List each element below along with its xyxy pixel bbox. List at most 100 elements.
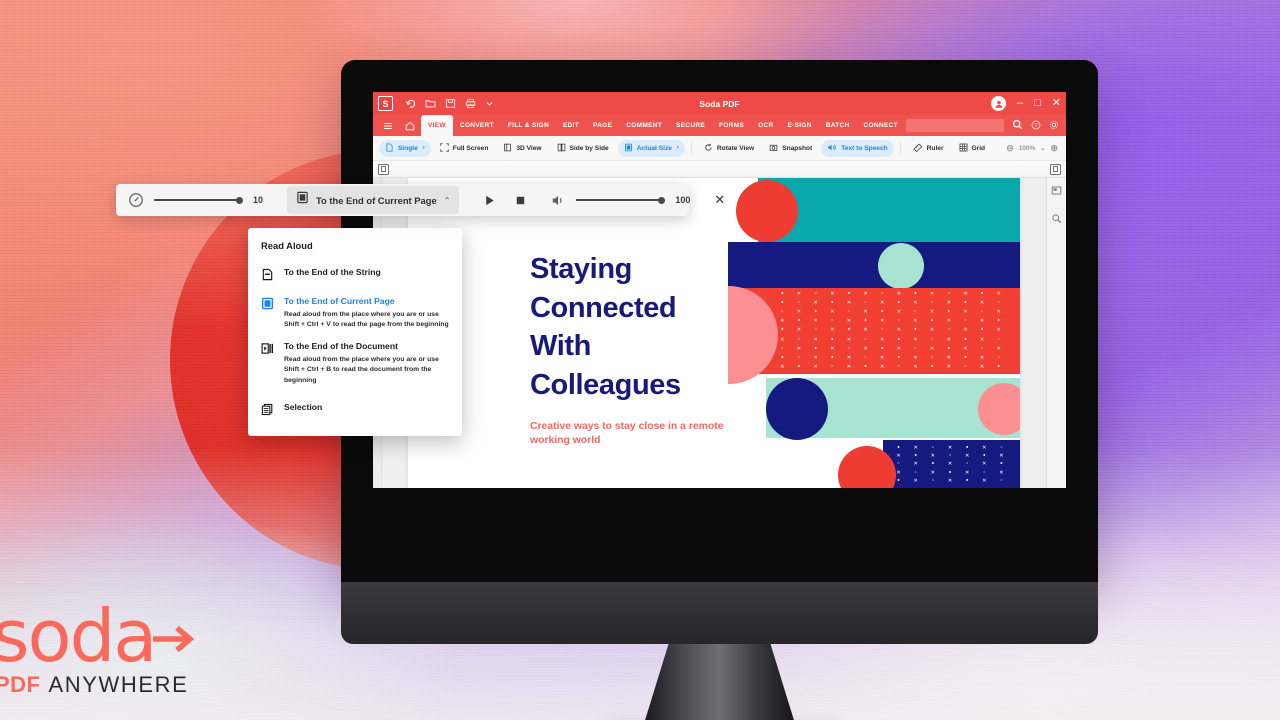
maximize-button[interactable]: □: [1034, 98, 1041, 109]
tab-batch[interactable]: BATCH: [819, 115, 857, 136]
zoom-out-button[interactable]: ⊖: [1006, 143, 1014, 154]
tab-ocr[interactable]: OCR: [751, 115, 780, 136]
read-scope-select[interactable]: To the End of Current Page ⌃: [287, 186, 460, 214]
speed-gauge-icon[interactable]: [128, 192, 144, 208]
monitor-chin: [341, 582, 1098, 644]
save-icon[interactable]: [445, 98, 456, 109]
menu-item-description: Read aloud from the place where you are …: [284, 310, 449, 329]
view-toolbar: Single › Full Screen 3D View Side by Sid…: [373, 136, 1066, 161]
close-button[interactable]: ✕: [1052, 98, 1061, 109]
home-icon[interactable]: [399, 115, 421, 136]
toolbar-divider: [690, 141, 692, 155]
toolbar-rotate-view[interactable]: Rotate View: [698, 140, 760, 157]
document-subheadline: Creative ways to stay close in a remote …: [530, 421, 724, 446]
toolbar-label: Text to Speech: [841, 144, 888, 152]
speed-value: 10: [253, 195, 264, 205]
logo-arrow-icon: [151, 622, 197, 661]
tab-view[interactable]: VIEW: [421, 115, 453, 136]
menu-item-description: Read aloud from the place where you are …: [284, 355, 439, 384]
page-thumbnail-icon[interactable]: [1051, 183, 1062, 201]
search-icon[interactable]: [1012, 117, 1023, 135]
current-page-icon: [261, 296, 275, 331]
tab-comment[interactable]: COMMENT: [619, 115, 669, 136]
volume-slider-track[interactable]: [576, 199, 661, 201]
tab-label: E-SIGN: [787, 122, 812, 129]
speed-slider[interactable]: 10: [154, 195, 263, 205]
art-circle-mint: [878, 243, 924, 289]
toolbar-label: Full Screen: [452, 144, 489, 152]
volume-value: 100: [675, 195, 691, 205]
logo-word: soda: [0, 594, 157, 679]
toolbar-actual-size[interactable]: Actual Size ›: [617, 139, 685, 157]
art-xo-pattern-navy: • ✕ ◦ ✕ • ✕ ◦ ✕ • ✕ ◦ ✕ • ✕ ◦ ✕ • ✕ ◦ ✕ • ✕ ◦ ✕ • ✕ ◦ ✕ • ✕ ◦ ✕ • ✕ ◦: [896, 444, 1004, 485]
toolbar-label: Ruler: [926, 144, 944, 152]
volume-slider[interactable]: 100: [576, 195, 690, 205]
toolbar-label: Rotate View: [716, 144, 755, 152]
zoom-level-value: 100%: [1018, 144, 1036, 152]
toolbar-grid[interactable]: Grid: [953, 140, 992, 157]
search-input[interactable]: [906, 119, 1004, 132]
settings-gear-icon[interactable]: [1049, 117, 1059, 135]
play-button[interactable]: [483, 194, 496, 207]
zoom-in-button[interactable]: ⊕: [1050, 143, 1058, 154]
speed-slider-track[interactable]: [154, 199, 238, 201]
chevron-down-icon[interactable]: [485, 99, 494, 108]
tab-secure[interactable]: SECURE: [669, 115, 712, 136]
tab-label: VIEW: [428, 122, 446, 129]
tab-convert[interactable]: CONVERT: [453, 115, 501, 136]
window-controls: – □ ✕: [991, 96, 1061, 111]
toolbar-single[interactable]: Single ›: [379, 139, 431, 157]
art-circle-red-top: [736, 180, 798, 242]
print-icon[interactable]: [465, 98, 476, 109]
toolbar-side-by-side[interactable]: Side by Side: [551, 140, 615, 157]
menu-item-end-of-current-page[interactable]: To the End of Current Page Read aloud fr…: [248, 291, 462, 336]
tab-page[interactable]: PAGE: [586, 115, 619, 136]
art-band-navy: [728, 242, 1020, 288]
current-page-icon: [296, 191, 309, 209]
user-avatar-icon[interactable]: [991, 96, 1006, 111]
zoom-tool-icon[interactable]: [1051, 211, 1062, 229]
read-scope-label: To the End of Current Page: [316, 194, 437, 206]
volume-icon[interactable]: [551, 193, 566, 208]
menu-item-end-of-string[interactable]: To the End of the String: [248, 262, 462, 291]
menu-item-label: Selection: [284, 402, 323, 413]
toolbar-label: Single: [398, 144, 418, 152]
panel-toggle-icon[interactable]: [378, 163, 389, 175]
open-folder-icon[interactable]: [425, 98, 436, 109]
tab-e-sign[interactable]: E-SIGN: [780, 115, 818, 136]
toolbar-ruler[interactable]: Ruler: [907, 140, 950, 157]
tab-connect[interactable]: CONNECT: [857, 115, 905, 136]
menu-item-end-of-document[interactable]: To the End of the Document Read aloud fr…: [248, 336, 462, 391]
end-of-string-icon: [261, 267, 275, 286]
menu-item-label: To the End of Current Page: [284, 296, 395, 306]
end-of-document-icon: [261, 341, 275, 386]
monitor-stand-neck: [644, 644, 795, 720]
right-panel-toggle-icon[interactable]: [1050, 163, 1061, 175]
tab-edit[interactable]: EDIT: [556, 115, 586, 136]
chevron-right-icon: ›: [422, 145, 425, 151]
tab-label: PAGE: [592, 122, 613, 129]
chevron-down-icon[interactable]: ⌄: [1040, 144, 1045, 152]
menu-item-selection[interactable]: Selection: [248, 397, 462, 426]
menu-item-label: To the End of the String: [284, 267, 381, 277]
undo-icon[interactable]: [405, 98, 416, 109]
stop-button[interactable]: [514, 194, 527, 207]
help-icon[interactable]: ?: [1031, 117, 1041, 135]
toolbar-snapshot[interactable]: Snapshot: [763, 140, 818, 157]
zoom-controls: ⊖ 100% ⌄ ⊕: [1006, 143, 1060, 154]
tab-forms[interactable]: FORMS: [712, 115, 751, 136]
app-logo-icon[interactable]: S: [378, 96, 393, 111]
page-viewport[interactable]: • ✕ ◦ ✕ • ✕ ◦ ✕ • ✕ ◦ ✕ • ✕ • ◦ ✕ • ✕ ◦ ✕ • ✕ ◦ ✕ • ✕ ◦ ◦ ✕ • ✕ ◦ ✕ • ✕ ◦ ✕…: [382, 178, 1046, 488]
toolbar-full-screen[interactable]: Full Screen: [434, 140, 495, 157]
snapshot-icon: [769, 143, 778, 154]
tab-label: FORMS: [719, 122, 745, 129]
selection-icon: [261, 402, 275, 421]
toolbar-divider: [899, 141, 901, 155]
toolbar-3d-view[interactable]: 3D View: [497, 140, 547, 157]
close-read-aloud-button[interactable]: ✕: [714, 187, 726, 213]
minimize-button[interactable]: –: [1017, 98, 1023, 109]
hamburger-icon[interactable]: [377, 115, 399, 136]
tab-fill-and-sign[interactable]: FILL & SIGN: [501, 115, 556, 136]
art-xo-pattern-red: • ✕ ◦ ✕ • ✕ ◦ ✕ • ✕ ◦ ✕ • ✕ • ◦ ✕ • ✕ ◦ ✕ • ✕ ◦ ✕ • ✕ ◦ ◦ ✕ • ✕ ◦ ✕ • ✕ ◦ ✕…: [780, 290, 1001, 370]
toolbar-text-to-speech[interactable]: Text to Speech: [821, 139, 894, 157]
